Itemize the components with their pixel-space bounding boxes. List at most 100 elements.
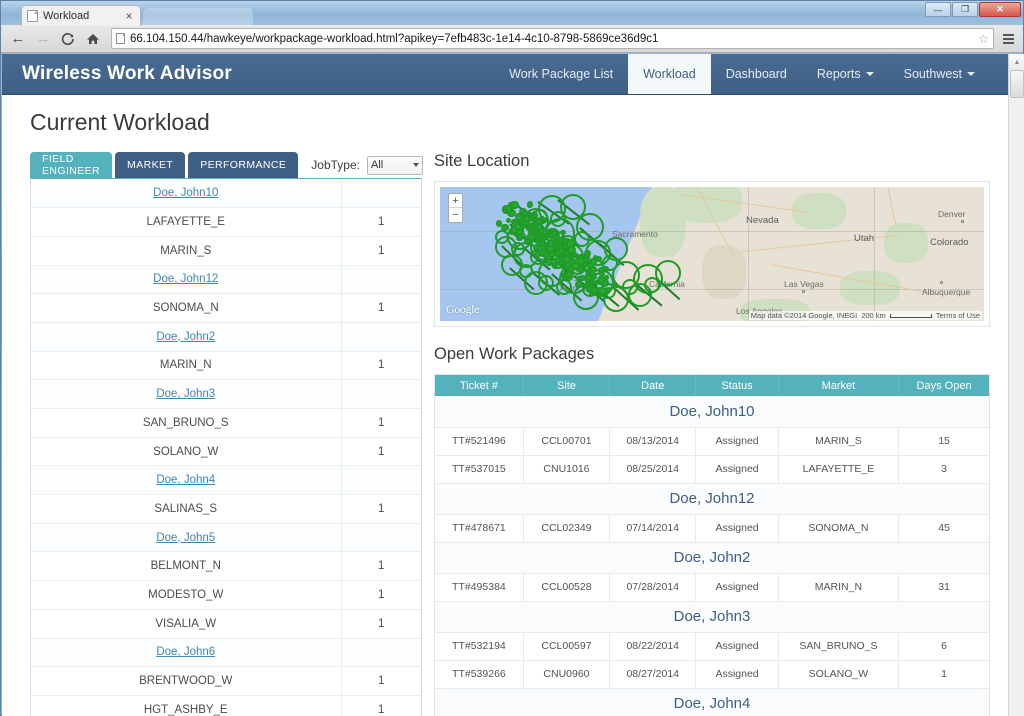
map-site-marker[interactable] [519,264,533,278]
map-site-marker[interactable] [585,274,592,281]
back-arrow-icon[interactable]: ← [7,28,29,50]
nav-link-dashboard[interactable]: Dashboard [711,54,802,94]
map-site-marker[interactable] [543,235,549,241]
map-site-marker[interactable] [576,276,581,281]
column-header-site[interactable]: Site [523,375,609,396]
engineer-link[interactable]: Doe, John5 [156,532,215,544]
map-site-marker[interactable] [527,201,534,208]
cell-site: CNU1016 [523,455,609,483]
map-site-marker[interactable] [585,281,591,287]
minimize-button[interactable]: — [925,2,951,17]
map-label: Las Vegas [784,279,824,289]
market-name-cell: LAFAYETTE_E [31,208,341,237]
nav-link-work-package-list[interactable]: Work Package List [494,54,628,94]
map-site-marker[interactable] [547,239,555,247]
engineer-group-label: Doe, John3 [435,601,989,632]
column-header-status[interactable]: Status [696,375,778,396]
table-row: BRENTWOOD_W 1 [31,667,421,696]
map-city-dot [802,290,805,293]
market-name-cell: SOLANO_W [31,437,341,466]
map-site-marker[interactable] [511,219,517,225]
reload-icon[interactable] [57,28,79,50]
map-site-marker[interactable] [622,279,638,295]
nav-link-label: Work Package List [509,67,613,81]
jobtype-select[interactable]: All [367,156,423,175]
engineer-link[interactable]: Doe, John3 [156,388,215,400]
table-row[interactable]: TT#521496 CCL00701 08/13/2014 Assigned MARIN… [435,427,989,455]
map-terms-link[interactable]: Terms of Use [936,311,980,320]
map-site-marker[interactable] [591,287,598,294]
page-scrollbar[interactable]: ▲ [1008,54,1024,716]
close-icon[interactable]: × [123,10,135,22]
map-site-marker[interactable] [604,275,609,280]
map-site-marker[interactable] [521,217,527,223]
map-site-marker[interactable] [584,250,591,257]
map-site-marker[interactable] [589,266,596,273]
engineer-link[interactable]: Doe, John2 [156,331,215,343]
hamburger-menu-icon[interactable] [999,28,1017,50]
column-header-market[interactable]: Market [778,375,898,396]
map-site-marker[interactable] [518,226,523,231]
scroll-up-arrow-icon[interactable]: ▲ [1009,54,1024,70]
map-site-marker[interactable] [551,230,558,237]
table-row[interactable]: TT#537015 CNU1016 08/25/2014 Assigned LAFAYE… [435,455,989,483]
map-site-marker[interactable] [560,230,566,236]
map-site-marker[interactable] [569,254,574,259]
column-header-ticket[interactable]: Ticket # [435,375,523,396]
workload-tabs: FIELD ENGINEER MARKET PERFORMANCE JobType: A… [30,152,422,178]
map-gridline [874,187,875,321]
map-site-marker[interactable] [495,230,509,244]
map-site-marker[interactable] [566,239,575,248]
engineer-link[interactable]: Doe, John12 [153,273,218,285]
tab-market[interactable]: MARKET [115,152,185,178]
google-map[interactable]: Nevada Utah Colorado Denver Las Vegas Albuque… [440,187,984,321]
map-site-marker[interactable] [533,227,539,233]
browser-tab-inactive-ghost[interactable] [143,8,253,26]
cell-market: SAN_BRUNO_S [778,632,898,660]
table-row[interactable]: TT#495384 CCL00528 07/28/2014 Assigned MARIN… [435,573,989,601]
nav-link-reports[interactable]: Reports [802,54,889,94]
close-window-button[interactable]: ✕ [979,2,1021,17]
map-site-marker[interactable] [501,224,509,232]
tab-performance[interactable]: PERFORMANCE [188,152,298,178]
zoom-out-button[interactable]: − [449,208,462,222]
maximize-button[interactable]: ❐ [952,2,978,17]
bookmark-star-icon[interactable]: ☆ [978,32,989,46]
engineer-link[interactable]: Doe, John10 [153,187,218,199]
engineer-group-label: Doe, John2 [435,542,989,573]
browser-tab-workload[interactable]: Workload × [21,5,141,26]
map-site-marker[interactable] [554,250,561,257]
cell-site: CCL00597 [523,632,609,660]
count-cell: 1 [341,409,421,438]
map-site-marker[interactable] [644,277,660,293]
map-site-marker[interactable] [598,287,607,296]
zoom-in-button[interactable]: + [449,194,462,208]
nav-link-southwest[interactable]: Southwest [889,54,990,94]
table-row[interactable]: TT#478671 CCL02349 07/14/2014 Assigned SONOM… [435,514,989,542]
table-row: MARIN_S 1 [31,236,421,265]
address-bar[interactable]: 66.104.150.44/hawkeye/workpackage-worklo… [111,28,994,49]
map-site-marker[interactable] [594,280,599,285]
table-row[interactable]: TT#532194 CCL00597 08/22/2014 Assigned SAN_B… [435,632,989,660]
map-site-marker[interactable] [574,231,590,247]
map-site-marker[interactable] [538,275,554,291]
count-cell [341,322,421,351]
nav-link-workload[interactable]: Workload [628,54,711,94]
home-icon[interactable] [82,28,104,50]
map-site-marker[interactable] [550,211,566,227]
column-header-days-open[interactable]: Days Open [899,375,989,396]
map-site-marker[interactable] [531,212,537,218]
scrollbar-thumb[interactable] [1010,70,1024,98]
tab-field-engineer[interactable]: FIELD ENGINEER [30,152,112,178]
map-site-marker[interactable] [556,279,572,295]
google-logo: Google [446,302,479,317]
engineer-link[interactable]: Doe, John4 [156,474,215,486]
engineer-link[interactable]: Doe, John6 [156,646,215,658]
table-row[interactable]: TT#539266 CNU0960 08/27/2014 Assigned SOLANO… [435,660,989,688]
column-header-date[interactable]: Date [610,375,696,396]
count-cell: 1 [341,351,421,380]
forward-arrow-icon[interactable]: → [32,28,54,50]
map-site-marker[interactable] [511,242,525,256]
map-terrain-patch [884,223,928,263]
map-site-marker[interactable] [575,281,583,289]
